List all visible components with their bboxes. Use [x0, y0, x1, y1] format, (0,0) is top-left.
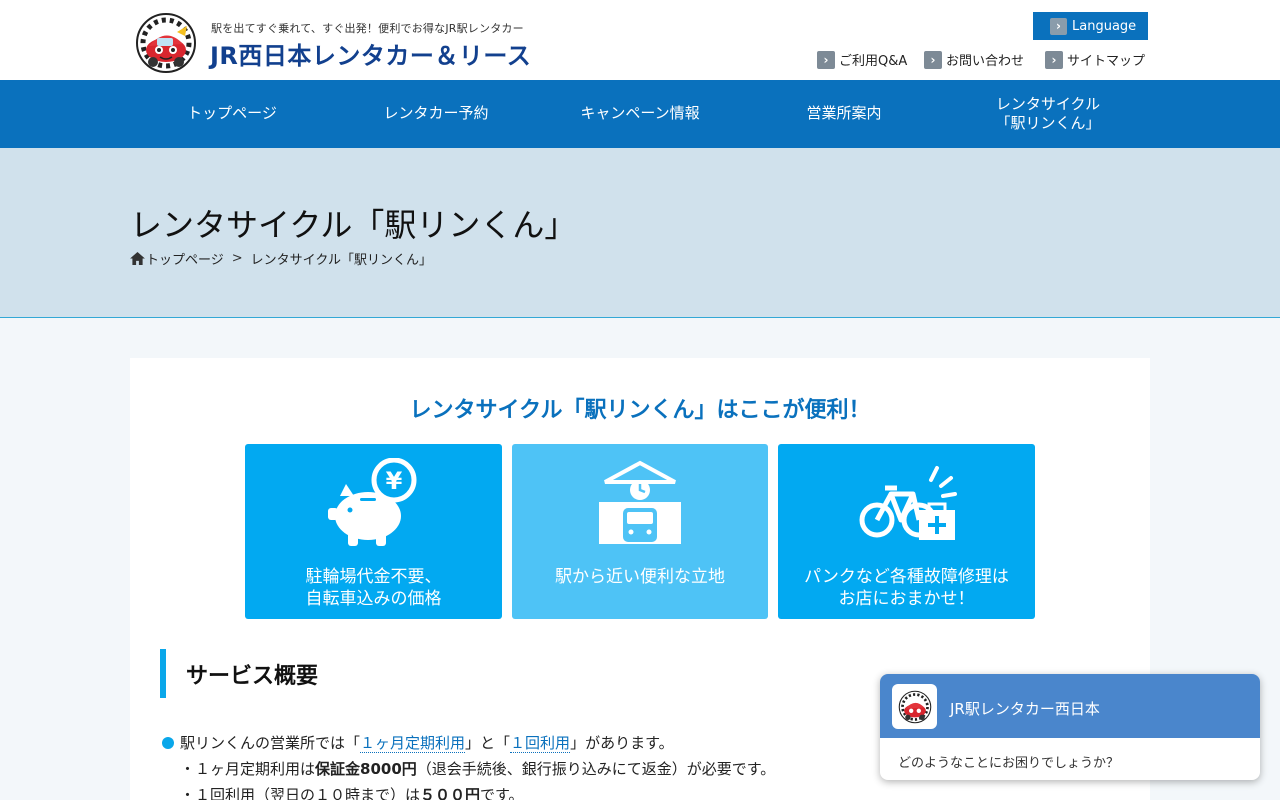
service-intro-suffix: 」があります。	[570, 734, 674, 752]
page-title-band: レンタサイクル「駅リンくん」 トップページ > レンタサイクル「駅リンくん」	[0, 148, 1280, 318]
contact-link[interactable]: › お問い合わせ	[924, 50, 1024, 69]
breadcrumb-separator: >	[231, 251, 243, 266]
chat-avatar	[892, 684, 937, 729]
contact-link-label: お問い合わせ	[946, 54, 1025, 69]
feature-tile-repair: パンクなど各種故障修理は お店におまかせ！	[778, 444, 1035, 619]
svg-text:¥: ¥	[385, 467, 402, 495]
breadcrumb-current: レンタサイクル「駅リンくん」	[250, 253, 433, 268]
feature-tile-price-line1: 駐輪場代金不要、	[305, 567, 442, 587]
single-use-price: ５００円	[420, 786, 481, 800]
qa-link[interactable]: › ご利用Q&A	[817, 50, 907, 69]
feature-tile-location-text: 駅から近い便利な立地	[512, 566, 768, 588]
qa-link-label: ご利用Q&A	[839, 54, 908, 69]
nav-item-offices[interactable]: 営業所案内	[742, 80, 946, 148]
home-icon	[130, 252, 145, 265]
nav-item-top[interactable]: トップページ	[130, 80, 334, 148]
page-title: レンタサイクル「駅リンくん」	[130, 206, 577, 244]
service-intro-mid: 」と「	[465, 734, 511, 752]
chevron-right-icon: ›	[1050, 17, 1067, 35]
bullet-dot-icon	[162, 737, 174, 749]
chevron-right-icon: ›	[1045, 50, 1063, 69]
sitemap-link-label: サイトマップ	[1067, 54, 1146, 69]
nav-item-campaign[interactable]: キャンペーン情報	[538, 80, 742, 148]
single-use-link[interactable]: １回利用	[510, 734, 571, 753]
monthly-plan-detail: ・１ヶ月定期利用は保証金8000円（退会手続後、銀行振り込みにて返金）が必要です…	[180, 758, 775, 779]
single-use-prefix: ・１回利用（翌日の１０時まで）は	[180, 786, 421, 800]
mascot-avatar-icon	[898, 690, 931, 723]
monthly-plan-prefix: ・１ヶ月定期利用は	[180, 760, 316, 778]
service-intro-line: 駅リンくんの営業所では「１ヶ月定期利用」と「１回利用」があります。	[162, 732, 674, 753]
monthly-plan-suffix: （退会手続後、銀行振り込みにて返金）が必要です。	[416, 760, 776, 778]
monthly-plan-link[interactable]: １ヶ月定期利用	[360, 734, 466, 753]
mascot-logo-icon[interactable]	[131, 12, 201, 74]
single-use-suffix: です。	[480, 786, 524, 800]
piggy-bank-yen-icon: ¥	[245, 458, 502, 550]
feature-tile-price-line2: 自転車込みの価格	[305, 589, 442, 610]
chat-widget[interactable]: JR駅レンタカー西日本 どのようなことにお困りでしょうか？	[880, 674, 1260, 780]
language-button[interactable]: › Language	[1033, 12, 1148, 40]
service-intro-prefix: 駅リンくんの営業所では「	[180, 734, 361, 752]
feature-tile-repair-line1: パンクなど各種故障修理は	[804, 567, 1009, 587]
feature-tile-repair-text: パンクなど各種故障修理は お店におまかせ！	[778, 566, 1035, 610]
sitemap-link[interactable]: › サイトマップ	[1045, 50, 1145, 69]
bicycle-repair-icon	[778, 458, 1035, 550]
monthly-deposit-amount: 保証金8000円	[315, 760, 417, 778]
single-use-detail: ・１回利用（翌日の１０時まで）は５００円です。	[180, 784, 524, 800]
chat-message: どのようなことにお困りでしょうか？	[898, 756, 1120, 771]
main-nav: トップページ レンタカー予約 キャンペーン情報 営業所案内 レンタサイクル 「駅…	[0, 80, 1280, 148]
service-overview-heading: サービス概要	[160, 649, 318, 698]
nav-item-rental-reservation[interactable]: レンタカー予約	[334, 80, 538, 148]
chevron-right-icon: ›	[817, 50, 835, 69]
feature-tile-price-text: 駐輪場代金不要、 自転車込みの価格	[245, 566, 502, 610]
feature-tile-location-line1: 駅から近い便利な立地	[555, 567, 725, 587]
brand-name[interactable]: JR西日本レンタカー＆リース	[210, 36, 531, 71]
feature-tile-location: 駅から近い便利な立地	[512, 444, 768, 619]
breadcrumb: トップページ > レンタサイクル「駅リンくん」	[130, 249, 432, 268]
chat-header[interactable]: JR駅レンタカー西日本	[880, 674, 1260, 738]
feature-tile-price: ¥ 駐輪場代金不要、 自転車込みの価格	[245, 444, 502, 619]
chat-title: JR駅レンタカー西日本	[950, 700, 1100, 718]
nav-item-rent-a-cycle[interactable]: レンタサイクル 「駅リンくん」	[946, 80, 1150, 148]
breadcrumb-home[interactable]: トップページ	[146, 249, 224, 268]
features-heading: レンタサイクル「駅リンくん」はここが便利！	[409, 398, 871, 423]
feature-tile-repair-line2: お店におまかせ！	[838, 589, 975, 610]
chevron-right-icon: ›	[924, 50, 942, 69]
site-tagline: 駅を出てすぐ乗れて、すぐ出発！便利でお得なJR駅レンタカー	[211, 22, 524, 35]
station-train-icon	[512, 458, 768, 550]
language-label: Language	[1072, 18, 1137, 34]
site-header: 駅を出てすぐ乗れて、すぐ出発！便利でお得なJR駅レンタカー JR西日本レンタカー…	[0, 0, 1280, 80]
